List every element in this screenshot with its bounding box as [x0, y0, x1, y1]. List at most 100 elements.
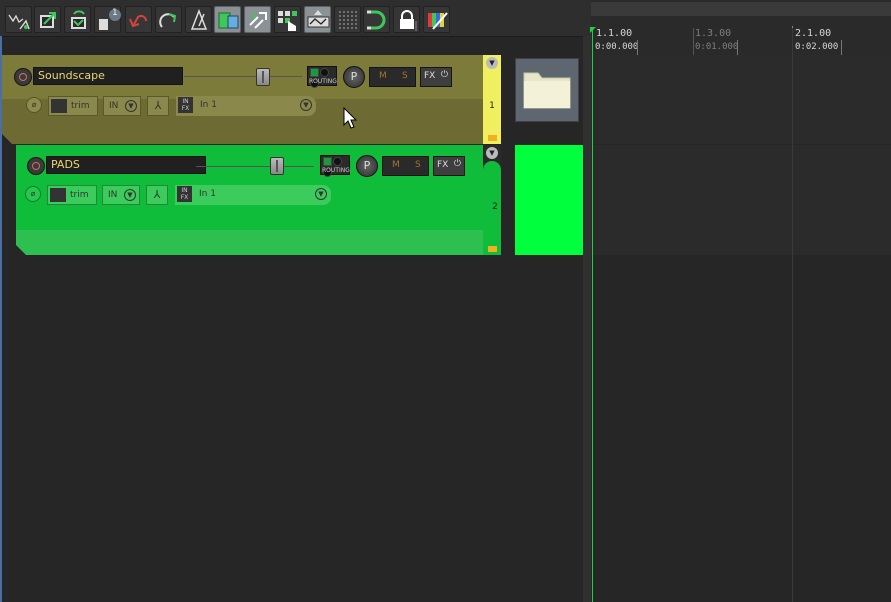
ruler-tick — [637, 40, 638, 55]
timeline-ruler[interactable]: 1.1.00 0:00.000 1.3.00 0:01.000 2.1.00 0… — [591, 0, 891, 55]
magnet-icon — [367, 10, 386, 30]
folder-collapse-icon[interactable]: ▼ — [486, 147, 498, 159]
render-item-button[interactable] — [64, 6, 91, 33]
volume-fader-knob[interactable] — [256, 68, 270, 86]
envelope-trim-button[interactable]: trim — [48, 96, 98, 116]
item-count-badge: 1 — [112, 8, 118, 18]
undo-arrow-icon — [129, 15, 147, 28]
track-panel-soundscape[interactable]: Soundscape ROUTING P M S FX ⏻ ⌀ trim IN … — [2, 55, 484, 144]
mute-button[interactable]: M — [379, 71, 387, 81]
edit-cursor-line[interactable] — [592, 28, 593, 602]
grid-lines-button[interactable] — [334, 6, 361, 33]
phase-icon[interactable]: ⌀ — [26, 97, 42, 113]
envelope-tool-icon — [8, 14, 30, 30]
redo-button[interactable] — [155, 6, 182, 33]
pads-item[interactable] — [515, 145, 583, 255]
input-fx-button[interactable]: IN FX — [178, 97, 193, 113]
phase-icon[interactable]: ⌀ — [25, 186, 41, 202]
pan-knob[interactable]: P — [343, 66, 365, 88]
track-name-field[interactable]: PADS — [46, 156, 206, 174]
redo-arrow-icon — [159, 13, 177, 28]
mute-solo-group: M S — [382, 156, 429, 176]
grid-cursor-icon — [278, 11, 297, 31]
ruler-time-label: 0:02.000 — [795, 42, 839, 52]
fx-label: FX — [424, 71, 436, 81]
track-lane-pads[interactable] — [591, 145, 891, 255]
folder-collapse-icon[interactable]: ▼ — [486, 57, 498, 69]
volume-fader-track[interactable] — [196, 166, 314, 167]
bar-gridline — [792, 28, 793, 602]
render-item-icon — [71, 10, 86, 29]
track-panel-pads[interactable]: PADS ROUTING P M S FX ⏻ ⌀ trim IN ▼ ⅄ IN… — [16, 145, 483, 255]
ruler-tick — [693, 28, 694, 55]
mute-solo-group: M S — [369, 67, 416, 87]
record-input-select[interactable]: IN FX In 1 ▼ — [176, 96, 316, 116]
record-input-select[interactable]: IN FX In 1 ▼ — [175, 185, 331, 205]
solo-button[interactable]: S — [402, 71, 408, 81]
ruler-measure-label: 2.1.00 — [795, 28, 832, 39]
mute-button[interactable]: M — [392, 160, 400, 170]
snap-icon — [218, 12, 239, 29]
record-input-value: In 1 — [200, 100, 217, 110]
ripple-edit-button[interactable] — [34, 6, 61, 33]
lock-button[interactable] — [393, 6, 420, 33]
pan-knob[interactable]: P — [356, 155, 378, 177]
item-count-button[interactable]: 1 — [94, 6, 121, 33]
volume-fader-knob[interactable] — [270, 157, 284, 175]
input-monitor-button[interactable]: IN ▼ — [102, 185, 140, 205]
record-input-value: In 1 — [199, 189, 216, 199]
record-arm-button[interactable] — [27, 157, 45, 175]
record-arm-button[interactable] — [14, 68, 32, 86]
input-monitor-label: IN — [109, 101, 119, 111]
ruler-measure-label: 1.3.00 — [695, 28, 732, 39]
solo-button[interactable]: S — [415, 160, 421, 170]
envelope-icon — [50, 188, 66, 202]
empty-arrange-area[interactable] — [591, 256, 891, 602]
folder-icon — [488, 135, 497, 141]
fx-button[interactable]: FX ⏻ — [420, 67, 452, 87]
ruler-tick — [737, 40, 738, 55]
metronome-button[interactable] — [185, 6, 212, 33]
input-split-icon[interactable]: ⅄ — [147, 96, 169, 116]
envelope-trim-button[interactable]: trim — [47, 185, 97, 205]
chevron-down-icon: ▼ — [125, 100, 137, 112]
chevron-down-icon: ▼ — [124, 189, 136, 201]
magnet-button[interactable] — [363, 6, 390, 33]
input-split-icon[interactable]: ⅄ — [146, 185, 168, 205]
track-number: 1 — [489, 101, 495, 111]
routing-button[interactable]: ROUTING — [320, 155, 350, 177]
fx-bypass-icon[interactable]: ⏻ — [441, 70, 448, 80]
ruler-tick — [841, 40, 842, 55]
ruler-region-lane[interactable] — [591, 2, 891, 16]
folder-icon — [488, 246, 497, 252]
input-monitor-label: IN — [108, 190, 118, 200]
item-column — [502, 55, 582, 602]
crossfade-icon — [307, 10, 330, 28]
undo-button[interactable] — [125, 6, 152, 33]
routing-button[interactable]: ROUTING — [307, 66, 337, 88]
track-number-strip[interactable]: ▼ 2 — [483, 145, 501, 255]
color-picker-icon — [428, 12, 448, 30]
routing-label: ROUTING — [309, 78, 337, 85]
envelope-tool-button[interactable] — [5, 6, 32, 33]
fx-button[interactable]: FX ⏻ — [433, 156, 465, 176]
fx-bypass-icon[interactable]: ⏻ — [454, 159, 461, 169]
grid-cursor-button[interactable] — [274, 6, 301, 33]
envelope-trim-label: trim — [70, 190, 89, 200]
input-fx-button[interactable]: IN FX — [177, 186, 192, 202]
volume-fader-track[interactable] — [184, 76, 302, 77]
track-number-strip[interactable]: ▼ 1 — [483, 55, 501, 144]
folder-item[interactable] — [515, 58, 579, 122]
color-picker-button[interactable] — [423, 6, 450, 33]
link-button[interactable] — [244, 6, 271, 33]
envelope-icon — [51, 99, 67, 113]
folder-item-icon — [523, 72, 571, 109]
tcp-arrange-divider[interactable] — [583, 36, 591, 602]
ruler-time-label: 0:00.000 — [595, 42, 639, 52]
input-monitor-button[interactable]: IN ▼ — [103, 96, 141, 116]
crossfade-button[interactable] — [304, 6, 331, 33]
snap-button[interactable] — [214, 6, 241, 33]
track-name-field[interactable]: Soundscape — [33, 67, 183, 85]
chevron-down-icon: ▼ — [300, 99, 312, 111]
track-lane-soundscape[interactable] — [591, 55, 891, 144]
